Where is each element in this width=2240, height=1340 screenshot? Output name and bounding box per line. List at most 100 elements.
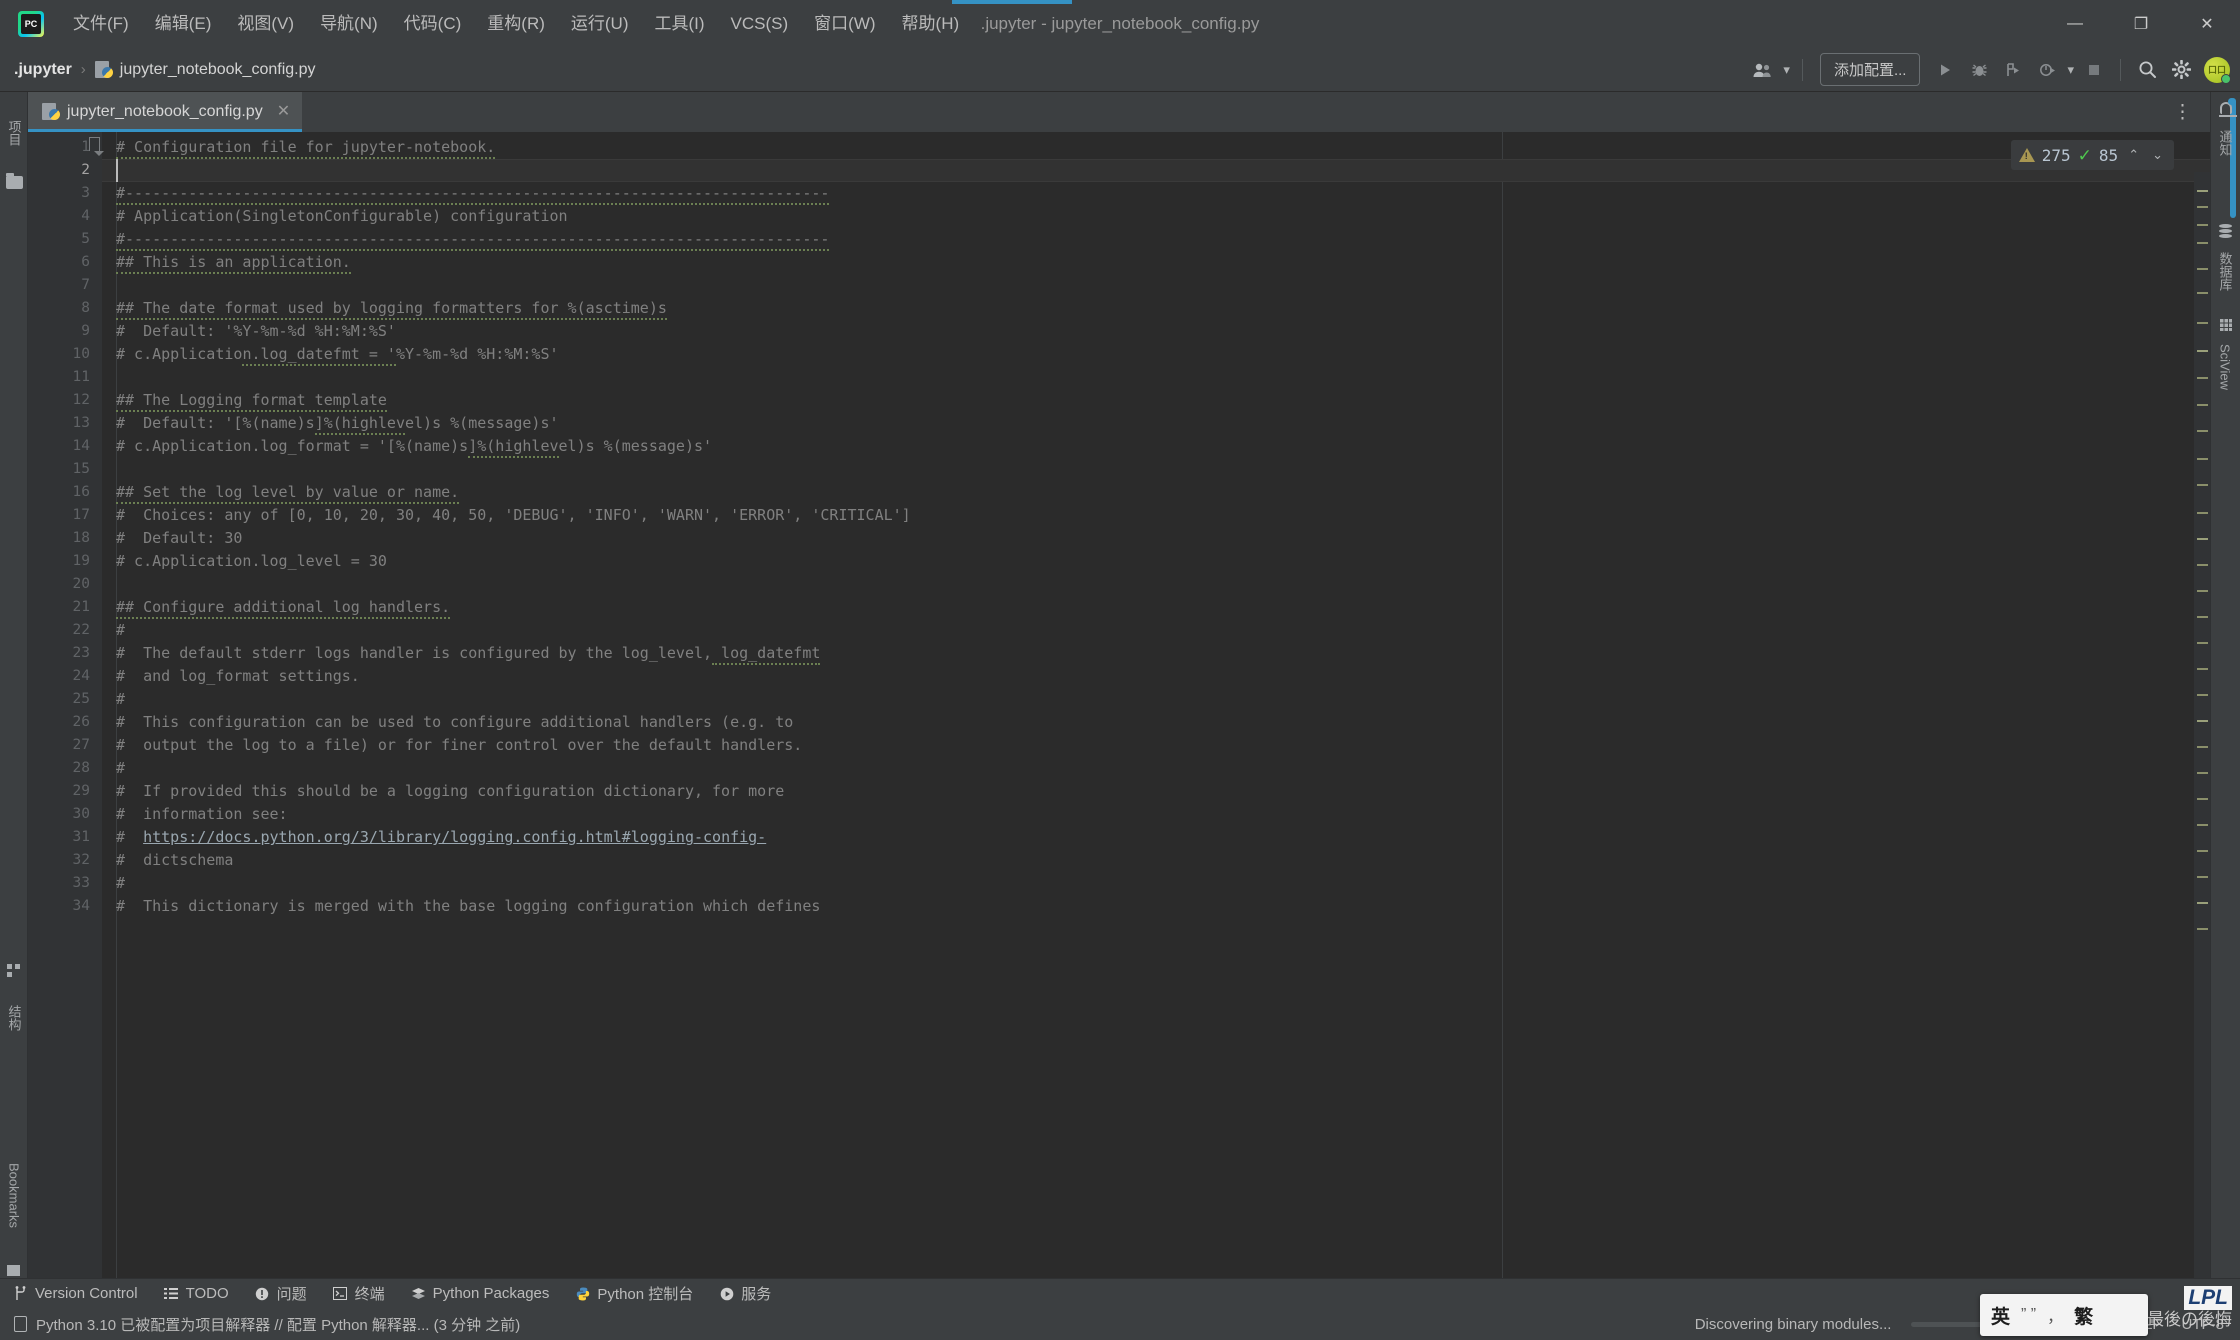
code-line[interactable]: # The default stderr logs handler is con…: [102, 642, 2210, 665]
code-line[interactable]: #: [102, 757, 2210, 780]
error-stripe-mark[interactable]: [2197, 190, 2208, 192]
ime-punctuation[interactable]: ” ”: [2021, 1306, 2036, 1324]
code-line[interactable]: # Default: '[%(name)s]%(highlevel)s %(me…: [102, 412, 2210, 435]
ime-mode[interactable]: 英: [1991, 1302, 2010, 1329]
error-stripe-mark[interactable]: [2197, 458, 2208, 460]
error-stripe-mark[interactable]: [2197, 590, 2208, 592]
code-line[interactable]: [102, 159, 2210, 182]
error-stripe-mark[interactable]: [2197, 798, 2208, 800]
code-line[interactable]: #---------------------------------------…: [102, 228, 2210, 251]
panel-todo[interactable]: TODO: [151, 1279, 242, 1309]
code-editor[interactable]: 275 ✓ 85 ⌃ ⌄ 123456789101112131415161718…: [28, 132, 2210, 1278]
code-line[interactable]: # Default: 30: [102, 527, 2210, 550]
panel-terminal[interactable]: 终端: [320, 1279, 398, 1309]
run-more-caret-icon[interactable]: ▾: [2064, 62, 2077, 78]
ime-language-bar[interactable]: 英 ” ” ， 繁: [1980, 1294, 2148, 1336]
code-line[interactable]: ## Configure additional log handlers.: [102, 596, 2210, 619]
inspection-widget[interactable]: 275 ✓ 85 ⌃ ⌄: [2010, 140, 2174, 170]
code-line[interactable]: #: [102, 619, 2210, 642]
error-stripe-mark[interactable]: [2197, 292, 2208, 294]
code-line[interactable]: # information see:: [102, 803, 2210, 826]
panel-python-packages[interactable]: Python Packages: [398, 1279, 563, 1309]
maximize-button[interactable]: ❐: [2108, 0, 2174, 48]
panel-problems[interactable]: 问题: [242, 1279, 320, 1309]
sidebar-item-sciview[interactable]: SciView: [2210, 344, 2240, 420]
sciview-grid-icon[interactable]: [2219, 318, 2232, 331]
editor-tab-jupyter-notebook-config[interactable]: jupyter_notebook_config.py ✕: [28, 92, 303, 132]
run-with-coverage-icon[interactable]: [1996, 54, 2030, 86]
error-stripe-mark[interactable]: [2197, 928, 2208, 930]
error-stripe-mark[interactable]: [2197, 876, 2208, 878]
error-stripe-mark[interactable]: [2197, 404, 2208, 406]
profile-icon[interactable]: [2030, 54, 2064, 86]
close-icon[interactable]: ✕: [277, 104, 290, 120]
stop-button[interactable]: [2077, 54, 2111, 86]
code-line[interactable]: # and log_format settings.: [102, 665, 2210, 688]
prev-problem-icon[interactable]: ⌃: [2125, 147, 2142, 163]
error-stripe-mark[interactable]: [2197, 484, 2208, 486]
structure-icon[interactable]: [7, 964, 21, 978]
menu-edit[interactable]: 编辑(E): [142, 0, 225, 48]
error-stripe-mark[interactable]: [2197, 322, 2208, 324]
error-stripe-mark[interactable]: [2197, 242, 2208, 244]
code-line[interactable]: ## Set the log level by value or name.: [102, 481, 2210, 504]
ime-shape[interactable]: ，: [2047, 1303, 2063, 1327]
code-line[interactable]: [102, 458, 2210, 481]
code-line[interactable]: ## The date format used by logging forma…: [102, 297, 2210, 320]
error-stripe-mark[interactable]: [2197, 268, 2208, 270]
code-line[interactable]: # This configuration can be used to conf…: [102, 711, 2210, 734]
panel-version-control[interactable]: Version Control: [0, 1279, 151, 1309]
error-stripe-mark[interactable]: [2197, 538, 2208, 540]
menu-tools[interactable]: 工具(I): [642, 0, 718, 48]
database-icon[interactable]: [2219, 224, 2232, 238]
sidebar-item-structure[interactable]: 结构: [0, 988, 28, 1048]
code-line[interactable]: # Default: '%Y-%m-%d %H:%M:%S': [102, 320, 2210, 343]
code-line[interactable]: [102, 573, 2210, 596]
error-stripe-mark[interactable]: [2197, 746, 2208, 748]
error-stripe-mark[interactable]: [2197, 350, 2208, 352]
code-line[interactable]: #: [102, 688, 2210, 711]
close-button[interactable]: ✕: [2174, 0, 2240, 48]
gear-icon[interactable]: [2164, 54, 2198, 86]
error-stripe-mark[interactable]: [2197, 224, 2208, 226]
code-line[interactable]: # dictschema: [102, 849, 2210, 872]
tab-options-icon[interactable]: ⋮: [2165, 103, 2200, 122]
code-line[interactable]: # This dictionary is merged with the bas…: [102, 895, 2210, 918]
menu-run[interactable]: 运行(U): [558, 0, 642, 48]
panel-python-console[interactable]: Python 控制台: [562, 1279, 706, 1309]
sidebar-item-project[interactable]: 项目: [0, 96, 28, 170]
error-stripe-mark[interactable]: [2197, 377, 2208, 379]
menu-code[interactable]: 代码(C): [391, 0, 475, 48]
code-line[interactable]: # Configuration file for jupyter-noteboo…: [102, 136, 2210, 159]
status-message[interactable]: Python 3.10 已被配置为项目解释器 // 配置 Python 解释器.…: [36, 1314, 520, 1335]
menu-help[interactable]: 帮助(H): [889, 0, 973, 48]
search-icon[interactable]: [2130, 54, 2164, 86]
menu-vcs[interactable]: VCS(S): [718, 0, 802, 48]
avatar[interactable]: 口口: [2204, 56, 2231, 84]
error-stripe-mark[interactable]: [2197, 902, 2208, 904]
code-line[interactable]: # c.Application.log_datefmt = '%Y-%m-%d …: [102, 343, 2210, 366]
sidebar-item-notifications[interactable]: 通知: [2210, 130, 2240, 200]
code-line[interactable]: ## This is an application.: [102, 251, 2210, 274]
folder-icon[interactable]: [6, 173, 23, 189]
error-stripe-mark[interactable]: [2197, 668, 2208, 670]
error-stripe-mark[interactable]: [2197, 694, 2208, 696]
debug-bug-icon[interactable]: [1962, 54, 1996, 86]
error-stripe[interactable]: [2194, 172, 2210, 1278]
code-line[interactable]: [102, 274, 2210, 297]
code-line[interactable]: # https://docs.python.org/3/library/logg…: [102, 826, 2210, 849]
error-stripe-mark[interactable]: [2197, 206, 2208, 208]
code-line[interactable]: # output the log to a file) or for finer…: [102, 734, 2210, 757]
sidebar-item-bookmarks[interactable]: Bookmarks: [0, 1132, 28, 1260]
code-line[interactable]: # c.Application.log_format = '[%(name)s]…: [102, 435, 2210, 458]
code-line[interactable]: # Application(SingletonConfigurable) con…: [102, 205, 2210, 228]
error-stripe-mark[interactable]: [2197, 772, 2208, 774]
error-stripe-mark[interactable]: [2197, 430, 2208, 432]
menu-file[interactable]: 文件(F): [60, 0, 142, 48]
code-line[interactable]: # Choices: any of [0, 10, 20, 30, 40, 50…: [102, 504, 2210, 527]
run-button[interactable]: [1928, 54, 1962, 86]
code-line[interactable]: # If provided this should be a logging c…: [102, 780, 2210, 803]
next-problem-icon[interactable]: ⌄: [2149, 147, 2166, 163]
code-line[interactable]: ## The Logging format template: [102, 389, 2210, 412]
code-line[interactable]: #---------------------------------------…: [102, 182, 2210, 205]
